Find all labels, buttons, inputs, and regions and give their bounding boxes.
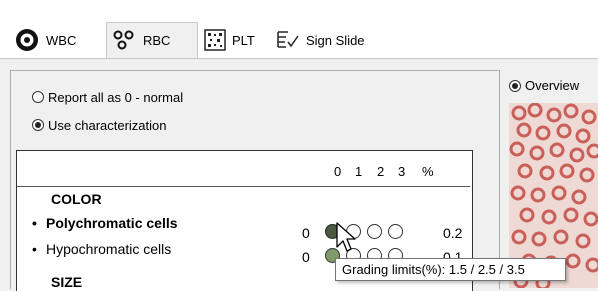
- tab-rbc[interactable]: RBC: [106, 22, 198, 58]
- rbc-cells-icon: [113, 30, 137, 52]
- report-normal-option[interactable]: Report all as 0 - normal: [32, 88, 183, 106]
- row-zero-polychromatic: 0: [302, 225, 310, 241]
- header-divider: [17, 186, 470, 187]
- percent-polychromatic: 0.2: [443, 225, 463, 241]
- mouse-pointer-icon: [336, 222, 358, 261]
- tab-label-rbc: RBC: [143, 33, 171, 48]
- overview-label: Overview: [525, 78, 580, 93]
- tab-wbc[interactable]: WBC: [14, 22, 106, 58]
- use-characterization-radio[interactable]: [32, 119, 44, 131]
- tab-plt[interactable]: PLT: [204, 22, 270, 58]
- overview-radio[interactable]: [509, 79, 521, 92]
- platelet-grid-icon: [204, 29, 226, 51]
- use-characterization-option[interactable]: Use characterization: [32, 116, 167, 134]
- grading-limits-tooltip: Grading limits(%): 1.5 / 2.5 / 3.5: [335, 258, 566, 281]
- tab-label-wbc: WBC: [46, 32, 77, 48]
- grade-header-2: 2: [377, 164, 385, 179]
- grade-3-radio-polychromatic[interactable]: [388, 224, 403, 239]
- report-normal-radio[interactable]: [32, 91, 44, 103]
- row-label-polychromatic: • Polychromatic cells: [32, 215, 178, 231]
- bullet: •: [32, 241, 37, 257]
- overview-option[interactable]: Overview: [509, 78, 579, 93]
- section-color-heading: COLOR: [51, 191, 102, 207]
- grade-header-3: 3: [398, 164, 406, 179]
- row-zero-hypochromatic: 0: [302, 249, 310, 265]
- tab-sign-slide[interactable]: Sign Slide: [276, 22, 396, 58]
- grade-2-radio-polychromatic[interactable]: [367, 224, 382, 239]
- grade-header-0: 0: [334, 164, 342, 179]
- grade-header-percent: %: [422, 164, 434, 179]
- report-normal-label: Report all as 0 - normal: [48, 89, 184, 105]
- bullet: •: [32, 215, 37, 231]
- row-label-hypochromatic: • Hypochromatic cells: [32, 241, 172, 257]
- tab-label-plt: PLT: [232, 32, 255, 48]
- use-characterization-label: Use characterization: [48, 117, 167, 133]
- tab-label-sign-slide: Sign Slide: [306, 32, 365, 48]
- grade-header-1: 1: [355, 164, 363, 179]
- sign-check-icon: [276, 29, 300, 51]
- target-icon: [14, 27, 40, 53]
